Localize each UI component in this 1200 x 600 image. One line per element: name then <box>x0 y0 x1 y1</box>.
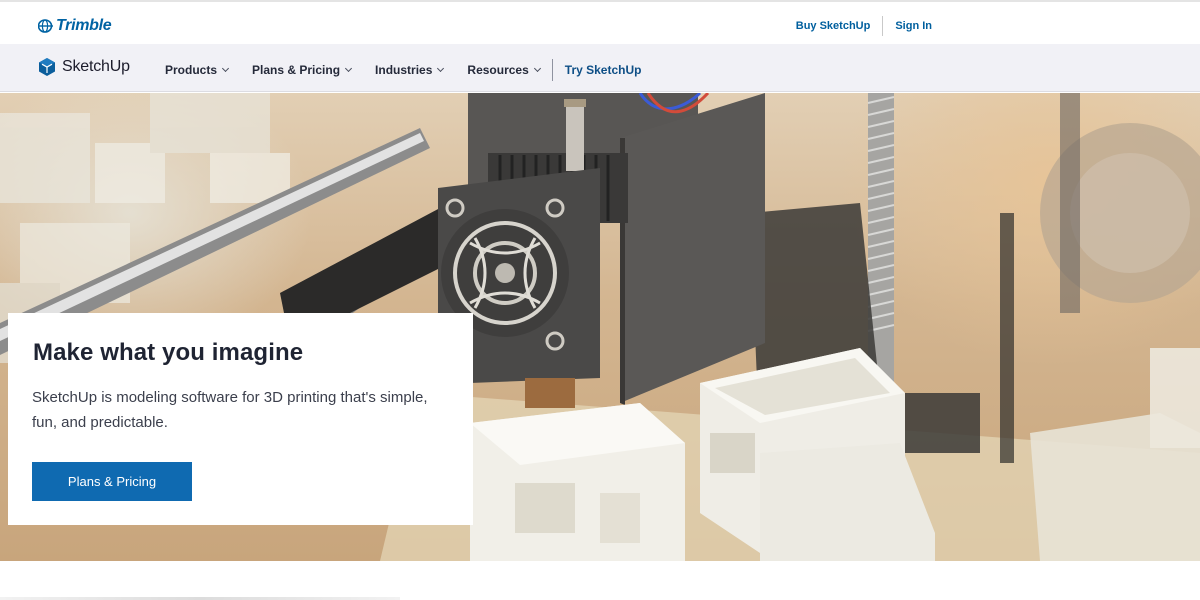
nav-item-label: Industries <box>375 63 433 77</box>
sign-in-link[interactable]: Sign In <box>895 20 932 32</box>
hero-headline: Make what you imagine <box>33 339 304 366</box>
utility-links: Buy SketchUp Sign In <box>796 16 932 36</box>
chevron-down-icon <box>221 64 230 73</box>
try-sketchup-link[interactable]: Try SketchUp <box>565 63 642 77</box>
hero-description: SketchUp is modeling software for 3D pri… <box>32 389 428 431</box>
nav-item-label: Products <box>165 63 218 77</box>
nav-item-plans-pricing[interactable]: Plans & Pricing <box>252 63 353 77</box>
sketchup-cube-icon <box>39 58 55 76</box>
nav-item-resources[interactable]: Resources <box>467 63 541 77</box>
utility-divider <box>882 16 884 36</box>
nav-item-industries[interactable]: Industries <box>375 63 445 77</box>
nav-item-label: Resources <box>467 63 529 77</box>
below-hero-area <box>0 561 1200 600</box>
buy-sketchup-link[interactable]: Buy SketchUp <box>796 20 871 32</box>
hero-section: Make what you imagine SketchUp is modeli… <box>0 93 1200 561</box>
utility-bar: Trimble Buy SketchUp Sign In <box>0 0 1200 44</box>
plans-pricing-button[interactable]: Plans & Pricing <box>32 462 192 501</box>
nav-item-label: Plans & Pricing <box>252 63 341 77</box>
nav-menu: Products Plans & Pricing Industries Reso… <box>165 59 641 81</box>
sketchup-logo[interactable]: SketchUp <box>38 57 130 77</box>
main-nav: SketchUp Products Plans & Pricing Indust… <box>0 44 1200 92</box>
trimble-globe-icon <box>38 19 53 33</box>
sketchup-wordmark: SketchUp <box>62 58 130 75</box>
chevron-down-icon <box>437 64 445 73</box>
chevron-down-icon <box>345 64 353 73</box>
trimble-logo[interactable]: Trimble <box>38 17 112 35</box>
hero-card: Make what you imagine SketchUp is modeli… <box>8 313 473 525</box>
nav-divider <box>551 59 553 81</box>
nav-item-products[interactable]: Products <box>165 63 230 77</box>
chevron-down-icon <box>533 64 541 73</box>
trimble-wordmark: Trimble <box>56 17 112 34</box>
